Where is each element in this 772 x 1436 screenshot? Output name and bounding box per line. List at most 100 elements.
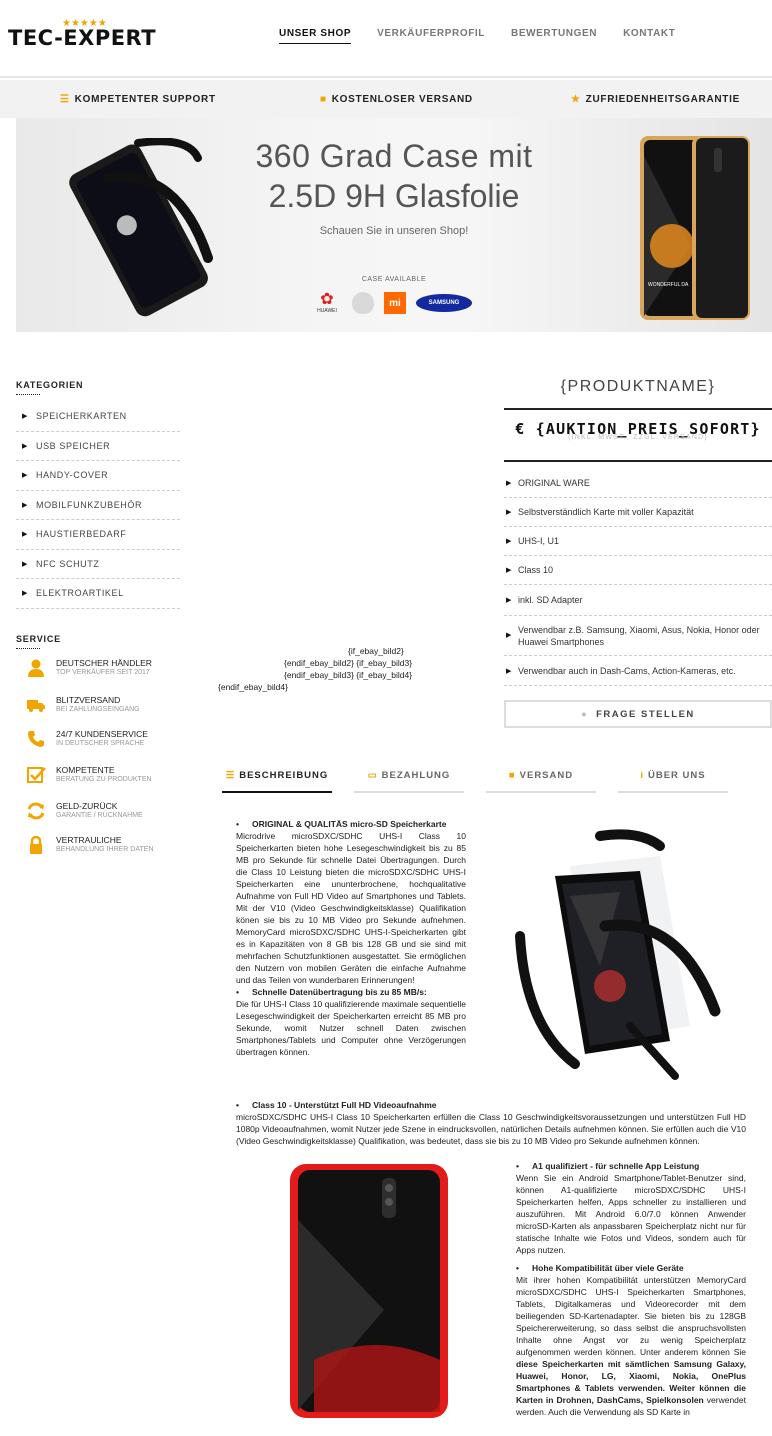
service-item: GELD-ZURÜCK GARANTIE / RÜCKNAHME [26, 801, 143, 821]
service-item: VERTRAULICHE BEHANDLUNG IHRER DATEN [26, 835, 154, 855]
list-icon: ☰ [225, 770, 236, 781]
category-item[interactable]: ▶ NFC SCHUTZ [16, 550, 180, 579]
product-image-black-case [515, 829, 721, 1080]
question-icon: ● [581, 709, 589, 719]
feature-list: ▶ ORIGINAL WARE ▶ Selbstverständlich Karte… [504, 468, 772, 686]
benefit-label: ZUFRIEDENHEITSGARANTIE [585, 93, 740, 105]
description-heading: Class 10 - Unterstützt Full HD Videoaufn… [236, 1099, 746, 1111]
phone-screen-text: WONDERFUL DA [648, 282, 689, 288]
site-header: ★★★★★ TEC-EXPERT UNSER SHOP VERKÄUFERPRO… [0, 0, 772, 78]
caret-right-icon: ▶ [22, 472, 28, 480]
benefit-label: KOMPETENTER SUPPORT [74, 93, 216, 105]
promo-banner[interactable]: 360 Grad Case mit 2.5D 9H Glasfolie Scha… [16, 118, 772, 332]
service-item: 24/7 KUNDENSERVICE IN DEUTSCHER SPRACHE [26, 729, 148, 749]
product-name: {PRODUKTNAME} [560, 378, 716, 395]
description-paragraph: microSDXC/SDHC UHS-I Class 10 Speicherka… [236, 1112, 746, 1146]
benefit-support: ☰ KOMPETENTER SUPPORT [60, 94, 216, 105]
logo-text: TEC-EXPERT [8, 26, 157, 50]
tab-bezahlung[interactable]: ▭ BEZAHLUNG [354, 770, 464, 793]
description-block-2: Class 10 - Unterstützt Full HD Videoaufn… [236, 1099, 746, 1147]
price-note: (INKL. MWST., ZZGL. VERSAND) [568, 434, 708, 441]
categories-heading: KATEGORIEN [16, 380, 83, 395]
truck-icon: ■ [320, 93, 327, 105]
caret-right-icon: ▶ [22, 531, 28, 539]
feature-item: ▶ Selbstverständlich Karte mit voller Kap… [504, 498, 772, 527]
gallery-placeholder: {endif_ebay_bild3} {if_ebay_bild4} [284, 670, 413, 680]
caret-right-icon: ▶ [506, 538, 512, 545]
description-block-1: ORIGINAL & QUALITÄS micro-SD Speicherkar… [236, 818, 466, 1058]
description-paragraph: Mit ihrer hohen Kompatibilität unterstüt… [516, 1275, 746, 1357]
nav-unser-shop[interactable]: UNSER SHOP [279, 28, 352, 44]
huawei-logo-icon: ✿ HUAWEI [317, 291, 337, 315]
service-item: KOMPETENTE BERATUNG ZU PRODUKTEN [26, 765, 152, 785]
caret-right-icon: ▶ [22, 442, 28, 450]
service-heading: SERVICE [16, 634, 61, 649]
category-item[interactable]: ▶ HAUSTIERBEDARF [16, 520, 180, 550]
caret-right-icon: ▶ [22, 501, 28, 509]
feature-item: ▶ inkl. SD Adapter [504, 585, 772, 616]
description-block-3: A1 qualifiziert - für schnelle App Leist… [516, 1160, 746, 1418]
phone-case-image-right: WONDERFUL DA [640, 136, 750, 320]
samsung-logo-icon: SAMSUNG [416, 294, 472, 312]
benefits-bar: ☰ KOMPETENTER SUPPORT ■ KOSTENLOSER VERS… [0, 80, 772, 118]
category-item[interactable]: ▶ ELEKTROARTIKEL [16, 579, 180, 609]
feature-item: ▶ ORIGINAL WARE [504, 468, 772, 498]
description-heading: Hohe Kompatibilität über viele Geräte [516, 1262, 746, 1274]
tab-versand[interactable]: ■ VERSAND [486, 770, 596, 793]
feature-item: ▶ UHS-I, U1 [504, 527, 772, 556]
caret-right-icon: ▶ [506, 509, 512, 516]
caret-right-icon: ▶ [22, 590, 28, 598]
feature-item: ▶ Class 10 [504, 556, 772, 585]
check-icon [27, 767, 46, 783]
caret-right-icon: ▶ [506, 667, 512, 675]
description-heading: A1 qualifiziert - für schnelle App Leist… [516, 1160, 746, 1172]
category-item[interactable]: ▶ SPEICHERKARTEN [16, 402, 180, 432]
feature-item: ▶ Verwendbar auch in Dash-Cams, Action-Ka… [504, 656, 772, 686]
refresh-icon [27, 802, 45, 820]
description-paragraph: Microdrive microSDXC/SDHC UHS-I Class 10… [236, 831, 466, 985]
truck-icon: ■ [508, 770, 516, 781]
description-paragraph: Wenn Sie ein Android Smartphone/Tablet-B… [516, 1173, 746, 1255]
brand-logos: ✿ HUAWEI mi SAMSUNG [312, 292, 482, 314]
credit-card-icon: ▭ [367, 770, 378, 781]
category-list: ▶ SPEICHERKARTEN ▶ USB SPEICHER ▶ HANDY-COV… [16, 402, 180, 609]
description-heading: Schnelle Datenübertragung bis zu 85 MB/s… [236, 986, 466, 998]
benefit-shipping: ■ KOSTENLOSER VERSAND [320, 94, 473, 105]
caret-right-icon: ▶ [506, 597, 512, 604]
nav-kontakt[interactable]: KONTAKT [623, 28, 675, 44]
phone-icon [28, 731, 44, 747]
tab-beschreibung[interactable]: ☰ BESCHREIBUNG [222, 770, 332, 793]
star-icon: ★ [571, 93, 581, 105]
category-item[interactable]: ▶ HANDY-COVER [16, 461, 180, 491]
service-item: DEUTSCHER HÄNDLER TOP VERKÄUFER SEIT 2017 [26, 658, 152, 678]
apple-logo-icon [352, 292, 374, 314]
gallery-placeholder: {endif_ebay_bild2} {if_ebay_bild3} [284, 658, 413, 668]
category-item[interactable]: ▶ MOBILFUNKZUBEHÖR [16, 491, 180, 520]
price-box: € {AUKTION_PREIS_SOFORT} (INKL. MWST., Z… [504, 408, 772, 462]
xiaomi-logo-icon: mi [384, 292, 406, 314]
service-item: BLITZVERSAND BEI ZAHLUNGSEINGANG [26, 695, 140, 715]
benefit-label: KOSTENLOSER VERSAND [331, 93, 473, 105]
gallery-placeholder: {endif_ebay_bild4} [218, 682, 288, 692]
benefit-guarantee: ★ ZUFRIEDENHEITSGARANTIE [571, 94, 740, 105]
caret-right-icon: ▶ [506, 567, 512, 574]
info-icon: i [640, 770, 644, 781]
product-image-red-case [290, 1164, 448, 1418]
ask-question-button[interactable]: ● FRAGE STELLEN [504, 700, 772, 728]
caret-right-icon: ▶ [506, 479, 512, 487]
truck-icon [27, 700, 45, 712]
list-icon: ☰ [60, 93, 70, 105]
caret-right-icon: ▶ [22, 413, 28, 421]
main-nav: UNSER SHOP VERKÄUFERPROFIL BEWERTUNGEN K… [266, 28, 688, 44]
user-icon [28, 659, 44, 677]
gallery-placeholder: {if_ebay_bild2} [348, 646, 404, 656]
category-item[interactable]: ▶ USB SPEICHER [16, 432, 180, 461]
tab-ueber-uns[interactable]: i ÜBER UNS [618, 770, 728, 793]
description-heading: ORIGINAL & QUALITÄS micro-SD Speicherkar… [236, 818, 466, 830]
product-tabs: ☰ BESCHREIBUNG ▭ BEZAHLUNG ■ VERSAND i ÜBER … [222, 770, 746, 793]
nav-verkaeuferprofil[interactable]: VERKÄUFERPROFIL [377, 28, 485, 44]
caret-right-icon: ▶ [506, 631, 512, 639]
lock-icon [30, 835, 42, 854]
nav-bewertungen[interactable]: BEWERTUNGEN [511, 28, 597, 44]
feature-item: ▶ Verwendbar z.B. Samsung, Xiaomi, Asus, … [504, 616, 772, 656]
